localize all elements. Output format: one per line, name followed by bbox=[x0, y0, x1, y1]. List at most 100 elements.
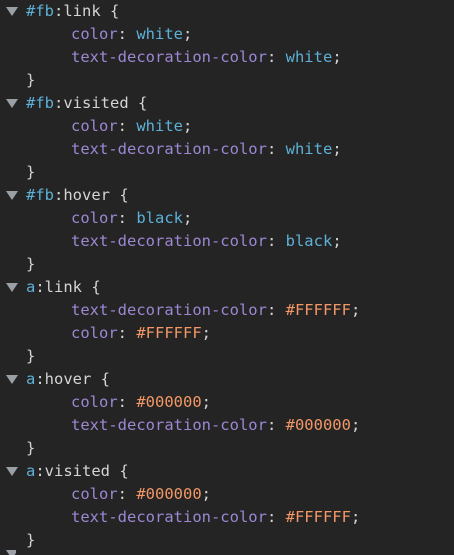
open-brace: { bbox=[100, 2, 120, 20]
property-name[interactable]: text-decoration-color bbox=[71, 48, 267, 66]
property-value[interactable]: white bbox=[136, 25, 183, 43]
property-value[interactable]: #000000 bbox=[286, 416, 351, 434]
css-rule: a:hover {color: #000000; text-decoration-… bbox=[0, 368, 454, 460]
semicolon: ; bbox=[201, 324, 212, 342]
colon: : bbox=[117, 25, 137, 43]
property-name[interactable]: color bbox=[71, 117, 118, 135]
rule-pseudo-class: :visited bbox=[54, 94, 129, 112]
open-brace: { bbox=[110, 462, 129, 480]
property-name[interactable]: color bbox=[71, 25, 118, 43]
rule-pseudo-class: :visited bbox=[35, 462, 110, 480]
property-name[interactable]: color bbox=[71, 485, 118, 503]
open-brace: { bbox=[128, 94, 148, 112]
close-brace: } bbox=[26, 71, 36, 89]
rule-selector-line[interactable]: a:hover { bbox=[0, 368, 454, 391]
close-brace-line: } bbox=[0, 345, 454, 368]
property-name[interactable]: color bbox=[71, 393, 118, 411]
semicolon: ; bbox=[350, 416, 361, 434]
rule-selector[interactable]: #fb bbox=[26, 2, 54, 20]
disclosure-triangle-icon[interactable] bbox=[6, 191, 18, 200]
declaration-line[interactable]: text-decoration-color: white; bbox=[0, 46, 454, 69]
rule-selector-line[interactable]: #fb:link { bbox=[0, 0, 454, 23]
close-brace-line: } bbox=[0, 69, 454, 92]
declaration-line[interactable]: color: #FFFFFF; bbox=[0, 322, 454, 345]
rule-selector[interactable]: a bbox=[26, 370, 35, 388]
property-name[interactable]: color bbox=[71, 324, 118, 342]
property-value[interactable]: black bbox=[286, 232, 333, 250]
open-brace: { bbox=[91, 370, 111, 388]
rule-pseudo-class: :hover bbox=[54, 186, 110, 204]
rule-selector[interactable]: #fb bbox=[26, 94, 54, 112]
property-value[interactable]: white bbox=[136, 117, 183, 135]
rule-selector[interactable]: #fb bbox=[26, 186, 54, 204]
disclosure-triangle-icon[interactable] bbox=[6, 550, 16, 555]
property-name[interactable]: text-decoration-color bbox=[71, 508, 267, 526]
rule-selector-line[interactable]: #fb:visited { bbox=[0, 92, 454, 115]
close-brace: } bbox=[26, 163, 36, 181]
css-rule: #fb:link {color: white; text-decoration-c… bbox=[0, 0, 454, 92]
semicolon: ; bbox=[350, 508, 361, 526]
rule-selector-line[interactable]: a:link { bbox=[0, 276, 454, 299]
close-brace-line: } bbox=[0, 529, 454, 552]
css-rule: #fb:hover {color: black; text-decoration-… bbox=[0, 184, 454, 276]
close-brace-line: } bbox=[0, 437, 454, 460]
property-value[interactable]: #000000 bbox=[136, 393, 201, 411]
disclosure-triangle-icon[interactable] bbox=[6, 375, 18, 384]
close-brace: } bbox=[26, 255, 36, 273]
close-brace: } bbox=[26, 531, 36, 549]
declaration-line[interactable]: color: white; bbox=[0, 23, 454, 46]
colon: : bbox=[266, 232, 286, 250]
declaration-line[interactable]: color: #000000; bbox=[0, 391, 454, 414]
colon: : bbox=[266, 301, 286, 319]
declaration-line[interactable]: text-decoration-color: #000000; bbox=[0, 414, 454, 437]
property-value[interactable]: white bbox=[286, 140, 333, 158]
rule-pseudo-class: :link bbox=[35, 278, 83, 296]
disclosure-triangle-icon[interactable] bbox=[6, 467, 18, 476]
declaration-line[interactable]: text-decoration-color: white; bbox=[0, 138, 454, 161]
property-value[interactable]: white bbox=[286, 48, 333, 66]
rule-selector-line[interactable]: a:visited { bbox=[0, 460, 454, 483]
property-name[interactable]: text-decoration-color bbox=[71, 416, 267, 434]
declaration-line[interactable]: text-decoration-color: black; bbox=[0, 230, 454, 253]
rule-selector[interactable]: a bbox=[26, 462, 35, 480]
open-brace: { bbox=[110, 186, 129, 204]
semicolon: ; bbox=[332, 232, 342, 250]
colon: : bbox=[117, 393, 137, 411]
declaration-line[interactable]: text-decoration-color: #FFFFFF; bbox=[0, 506, 454, 529]
semicolon: ; bbox=[332, 48, 342, 66]
semicolon: ; bbox=[332, 140, 342, 158]
css-rule: a:visited {color: #000000; text-decoratio… bbox=[0, 460, 454, 552]
colon: : bbox=[117, 485, 137, 503]
declaration-line[interactable]: color: white; bbox=[0, 115, 454, 138]
colon: : bbox=[117, 209, 137, 227]
disclosure-triangle-icon[interactable] bbox=[6, 7, 18, 16]
colon: : bbox=[266, 48, 286, 66]
rule-pseudo-class: :hover bbox=[35, 370, 92, 388]
property-name[interactable]: color bbox=[71, 209, 118, 227]
disclosure-triangle-icon bbox=[6, 550, 16, 555]
open-brace: { bbox=[82, 278, 101, 296]
property-value[interactable]: #FFFFFF bbox=[286, 301, 351, 319]
declaration-line[interactable]: color: #000000; bbox=[0, 483, 454, 506]
property-value[interactable]: black bbox=[136, 209, 183, 227]
close-brace-line: } bbox=[0, 253, 454, 276]
property-name[interactable]: text-decoration-color bbox=[71, 301, 267, 319]
semicolon: ; bbox=[183, 117, 193, 135]
close-brace: } bbox=[26, 347, 36, 365]
property-value[interactable]: #FFFFFF bbox=[286, 508, 351, 526]
close-brace: } bbox=[26, 439, 36, 457]
declaration-line[interactable]: color: black; bbox=[0, 207, 454, 230]
declaration-line[interactable]: text-decoration-color: #FFFFFF; bbox=[0, 299, 454, 322]
semicolon: ; bbox=[183, 25, 193, 43]
disclosure-triangle-icon[interactable] bbox=[6, 283, 18, 292]
property-name[interactable]: text-decoration-color bbox=[71, 140, 267, 158]
close-brace-line: } bbox=[0, 161, 454, 184]
property-name[interactable]: text-decoration-color bbox=[71, 232, 267, 250]
rule-selector[interactable]: a bbox=[26, 278, 35, 296]
rule-selector-line[interactable]: #fb:hover { bbox=[0, 184, 454, 207]
property-value[interactable]: #000000 bbox=[136, 485, 201, 503]
semicolon: ; bbox=[201, 393, 212, 411]
disclosure-triangle-icon[interactable] bbox=[6, 99, 18, 108]
property-value[interactable]: #FFFFFF bbox=[136, 324, 201, 342]
colon: : bbox=[266, 508, 286, 526]
